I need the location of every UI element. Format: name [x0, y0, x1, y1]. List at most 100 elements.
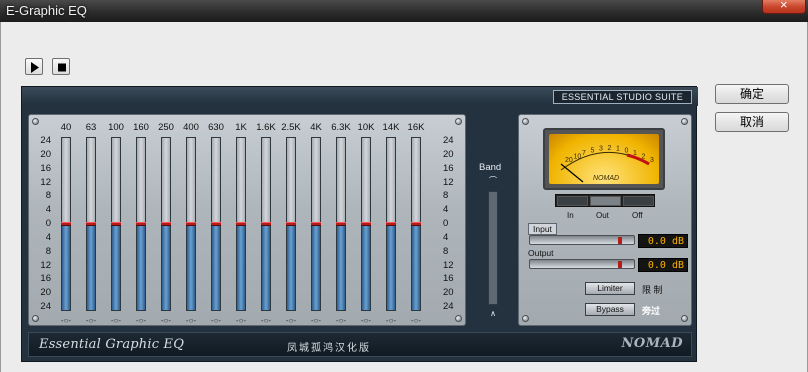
output-label: Output: [528, 248, 554, 258]
band-fader[interactable]: [136, 137, 146, 311]
band-fader[interactable]: [186, 137, 196, 311]
band-fader[interactable]: [311, 137, 321, 311]
screw: [32, 118, 39, 125]
slider-lower: [489, 248, 497, 304]
fader-foot-icon: -○-: [110, 316, 122, 325]
band-frequency-label: 14K: [382, 122, 400, 133]
band-fader[interactable]: [86, 137, 96, 311]
fader-foot-icon: -○-: [85, 316, 97, 325]
fader-knob[interactable]: [261, 222, 271, 226]
product-name: Essential Graphic EQ: [39, 337, 185, 352]
stop-icon: [58, 63, 66, 72]
plugin-top-strip: ESSENTIAL STUDIO SUITE: [22, 87, 698, 106]
vu-scale-label: 0: [625, 147, 629, 154]
fader-upper: [237, 138, 245, 224]
input-label: Input: [528, 223, 557, 235]
scale-tick-left: 20: [40, 148, 51, 160]
band-fader[interactable]: [161, 137, 171, 311]
fader-knob[interactable]: [361, 222, 371, 226]
screw: [455, 315, 462, 322]
band-fader[interactable]: [111, 137, 121, 311]
vu-scale-label: 2: [642, 153, 646, 160]
play-button[interactable]: [25, 58, 43, 75]
fader-upper: [212, 138, 220, 224]
title-bar: E-Graphic EQ: [0, 0, 808, 22]
fader-lower: [187, 224, 195, 310]
fader-upper: [362, 138, 370, 224]
close-button[interactable]: [762, 0, 806, 14]
fader-knob[interactable]: [386, 222, 396, 226]
band-fader[interactable]: [236, 137, 246, 311]
fader-knob[interactable]: [61, 222, 71, 226]
fader-knob[interactable]: [236, 222, 246, 226]
cancel-button[interactable]: 取消: [715, 112, 789, 132]
stop-button[interactable]: [52, 58, 70, 75]
slider-thumb[interactable]: [618, 237, 622, 244]
fader-lower: [162, 224, 170, 310]
meter-mode-switch[interactable]: [555, 194, 655, 207]
scale-tick-right: 12: [443, 176, 454, 188]
limiter-cn-label: 限 制: [642, 285, 663, 295]
band-fader[interactable]: [336, 137, 346, 311]
input-slider[interactable]: [529, 235, 635, 245]
output-slider[interactable]: [529, 259, 635, 269]
fader-upper: [187, 138, 195, 224]
scale-tick-right: 8: [443, 245, 449, 257]
ok-button[interactable]: 确定: [715, 84, 789, 104]
band-fader[interactable]: [386, 137, 396, 311]
screw: [32, 315, 39, 322]
fader-knob[interactable]: [336, 222, 346, 226]
band-top-cap-icon: ⌒: [489, 176, 497, 185]
band-fader[interactable]: [411, 137, 421, 311]
scale-tick-right: 20: [443, 287, 454, 299]
plugin-footer: Essential Graphic EQ 凤城孤鸿汉化版 NOMAD: [28, 332, 692, 357]
vu-scale-label: 10: [574, 153, 582, 160]
band-fader[interactable]: [261, 137, 271, 311]
band-fader[interactable]: [61, 137, 71, 311]
fader-lower: [62, 224, 70, 310]
scale-tick-left: 12: [40, 176, 51, 188]
scale-tick-left: 8: [45, 190, 51, 202]
fader-upper: [312, 138, 320, 224]
scale-tick-left: 4: [45, 231, 51, 243]
vu-scale-label: 1: [633, 150, 637, 157]
vu-scale-label: 1: [616, 146, 620, 153]
fader-knob[interactable]: [311, 222, 321, 226]
fader-lower: [137, 224, 145, 310]
fader-knob[interactable]: [286, 222, 296, 226]
band-frequency-label: 4K: [310, 122, 322, 133]
band-frequency-label: 6.3K: [331, 122, 351, 133]
fader-knob[interactable]: [86, 222, 96, 226]
fader-knob[interactable]: [211, 222, 221, 226]
band-frequency-label: 630: [208, 122, 224, 133]
band-fader[interactable]: [286, 137, 296, 311]
fader-knob[interactable]: [111, 222, 121, 226]
fader-lower: [362, 224, 370, 310]
fader-foot-icon: -○-: [210, 316, 222, 325]
band-frequency-label: 100: [108, 122, 124, 133]
band-frequency-label: 250: [158, 122, 174, 133]
fader-knob[interactable]: [136, 222, 146, 226]
fader-knob[interactable]: [186, 222, 196, 226]
band-slider[interactable]: [488, 191, 498, 305]
output-readout: 0.0 dB: [638, 258, 688, 272]
mode-out[interactable]: [590, 196, 621, 206]
fader-foot-icon: -○-: [285, 316, 297, 325]
suite-label: ESSENTIAL STUDIO SUITE: [552, 90, 692, 104]
band-fader[interactable]: [211, 137, 221, 311]
mode-off[interactable]: [623, 196, 654, 206]
fader-upper: [287, 138, 295, 224]
screw: [681, 118, 688, 125]
bypass-button[interactable]: Bypass: [585, 303, 635, 316]
vu-scale-label: 3: [599, 146, 603, 153]
band-bottom-cap-icon: ∧: [490, 309, 496, 318]
fader-knob[interactable]: [161, 222, 171, 226]
fader-knob[interactable]: [411, 222, 421, 226]
slider-thumb[interactable]: [618, 261, 622, 268]
fader-upper: [62, 138, 70, 224]
mode-in-label: In: [567, 211, 574, 220]
band-fader[interactable]: [361, 137, 371, 311]
scale-tick-right: 16: [443, 273, 454, 285]
limiter-button[interactable]: Limiter: [585, 282, 635, 295]
mode-in[interactable]: [557, 196, 588, 206]
